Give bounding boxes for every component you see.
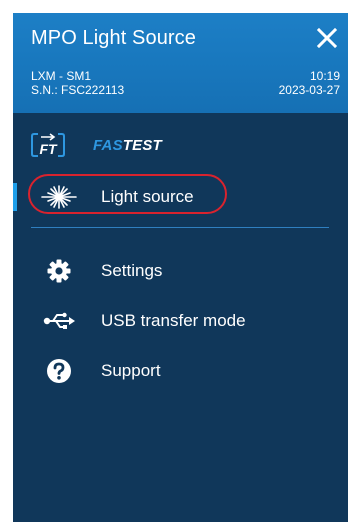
menu-item-label: Settings [101, 261, 163, 280]
menu-item-label: Support [101, 361, 161, 380]
close-icon [317, 28, 337, 48]
usb-icon [39, 306, 79, 336]
fastest-wordmark: FASTEST [93, 136, 162, 154]
fastest-logo-icon: FT [31, 133, 65, 157]
menu-item-light-source[interactable]: Light source [13, 176, 348, 218]
menu-divider [31, 227, 329, 228]
gear-icon [39, 256, 79, 286]
laser-burst-icon [39, 182, 79, 212]
help-icon [39, 356, 79, 386]
date-time: 10:19 2023-03-27 [279, 69, 340, 97]
clock-date: 2023-03-27 [278, 83, 340, 97]
app-title: MPO Light Source [31, 27, 197, 49]
serial-number: S.N.: FSC222113 [31, 83, 125, 97]
menu-item-label: Light source [101, 187, 194, 206]
close-button[interactable] [314, 25, 340, 51]
app-window: MPO Light Source LXM - SM1 S.N.: FSC2221… [13, 13, 348, 522]
side-menu: FT FASTEST Light source Settings USB tra… [13, 113, 348, 522]
menu-item-settings[interactable]: Settings [13, 250, 348, 292]
device-info: LXM - SM1 S.N.: FSC222113 [31, 69, 124, 97]
menu-item-label: USB transfer mode [101, 311, 246, 330]
fastest-brand: FT FASTEST [31, 130, 162, 160]
menu-item-usb-transfer[interactable]: USB transfer mode [13, 300, 348, 342]
clock-time: 10:19 [309, 69, 340, 83]
device-model: LXM - SM1 [31, 69, 92, 83]
fastest-logo-text: FT [39, 141, 58, 157]
menu-item-support[interactable]: Support [13, 350, 348, 392]
app-header: MPO Light Source LXM - SM1 S.N.: FSC2221… [13, 13, 348, 113]
